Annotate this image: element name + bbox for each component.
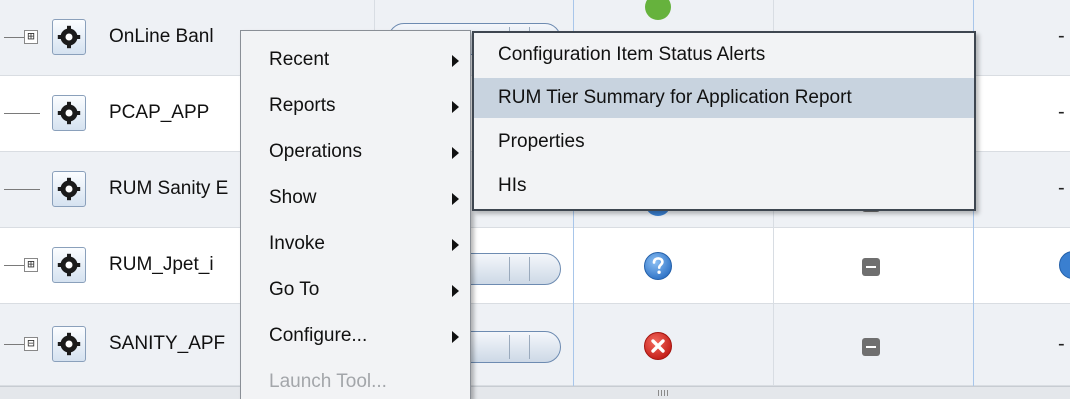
row-name[interactable]: PCAP_APP bbox=[109, 102, 209, 124]
gear-icon[interactable] bbox=[52, 247, 86, 283]
menu-item-label: Operations bbox=[269, 141, 362, 162]
row-name[interactable]: OnLine Banl bbox=[109, 26, 214, 48]
chevron-right-icon bbox=[452, 193, 459, 205]
menu-item-configure[interactable]: Configure... bbox=[241, 313, 470, 359]
menu-item-reports[interactable]: Reports bbox=[241, 83, 470, 129]
chevron-right-icon bbox=[452, 331, 459, 343]
submenu-item-label: HIs bbox=[498, 175, 527, 196]
row-name[interactable]: SANITY_APF bbox=[109, 333, 225, 355]
menu-item-go-to[interactable]: Go To bbox=[241, 267, 470, 313]
menu-item-operations[interactable]: Operations bbox=[241, 129, 470, 175]
expand-icon[interactable]: ⊞ bbox=[24, 30, 38, 44]
help-circle-icon[interactable] bbox=[1058, 249, 1070, 281]
menu-item-label: Invoke bbox=[269, 233, 325, 254]
chevron-right-icon bbox=[452, 285, 459, 297]
submenu-item-properties[interactable]: Properties bbox=[474, 122, 974, 162]
row-name[interactable]: RUM Sanity E bbox=[109, 178, 228, 200]
gear-icon[interactable] bbox=[52, 95, 86, 131]
menu-item-show[interactable]: Show bbox=[241, 175, 470, 221]
menu-item-label: Configure... bbox=[269, 325, 368, 346]
collapse-icon[interactable]: ⊟ bbox=[24, 337, 38, 351]
gear-icon[interactable] bbox=[52, 19, 86, 55]
help-circle-icon[interactable] bbox=[643, 0, 673, 22]
tree-connector bbox=[4, 344, 24, 345]
submenu-item-ci-status-alerts[interactable]: Configuration Item Status Alerts bbox=[474, 35, 974, 75]
tree-connector bbox=[4, 189, 40, 190]
tree-connector bbox=[4, 265, 24, 266]
table-row[interactable]: ⊟ SANITY_APF - bbox=[0, 304, 1070, 386]
submenu-item-label: Properties bbox=[498, 131, 585, 152]
row-dash: - bbox=[1058, 101, 1065, 123]
row-name[interactable]: RUM_Jpet_i bbox=[109, 254, 214, 276]
menu-item-label: Launch Tool... bbox=[269, 371, 387, 392]
minus-badge-icon bbox=[862, 258, 880, 276]
chevron-right-icon bbox=[452, 101, 459, 113]
menu-item-label: Reports bbox=[269, 95, 336, 116]
chevron-right-icon bbox=[452, 239, 459, 251]
gear-icon[interactable] bbox=[52, 171, 86, 207]
menu-item-label: Recent bbox=[269, 49, 330, 70]
table-row[interactable]: ⊞ RUM_Jpet_i bbox=[0, 228, 1070, 304]
tree-connector bbox=[4, 113, 40, 114]
context-menu: Recent Reports Operations Show Invoke Go… bbox=[240, 30, 471, 399]
chevron-right-icon bbox=[452, 55, 459, 67]
menu-item-invoke[interactable]: Invoke bbox=[241, 221, 470, 267]
tree-connector bbox=[4, 37, 24, 38]
chevron-right-icon bbox=[452, 147, 459, 159]
horizontal-scrollbar[interactable] bbox=[0, 386, 1070, 399]
submenu-item-his[interactable]: HIs bbox=[474, 166, 974, 206]
menu-item-label: Go To bbox=[269, 279, 320, 300]
row-dash: - bbox=[1058, 177, 1065, 199]
gear-icon[interactable] bbox=[52, 326, 86, 362]
submenu-item-rum-tier-summary[interactable]: RUM Tier Summary for Application Report bbox=[474, 78, 974, 118]
row-dash: - bbox=[1058, 333, 1065, 355]
menu-item-recent[interactable]: Recent bbox=[241, 37, 470, 83]
submenu-item-label: RUM Tier Summary for Application Report bbox=[498, 87, 852, 108]
row-dash: - bbox=[1058, 25, 1065, 47]
expand-icon[interactable]: ⊞ bbox=[24, 258, 38, 272]
error-circle-icon[interactable] bbox=[643, 331, 673, 361]
submenu-item-label: Configuration Item Status Alerts bbox=[498, 44, 766, 65]
recent-submenu: Configuration Item Status Alerts RUM Tie… bbox=[472, 31, 976, 211]
help-circle-icon[interactable] bbox=[643, 251, 673, 281]
menu-item-label: Show bbox=[269, 187, 317, 208]
menu-item-launch-tool: Launch Tool... bbox=[241, 359, 470, 399]
minus-badge-icon bbox=[862, 338, 880, 356]
